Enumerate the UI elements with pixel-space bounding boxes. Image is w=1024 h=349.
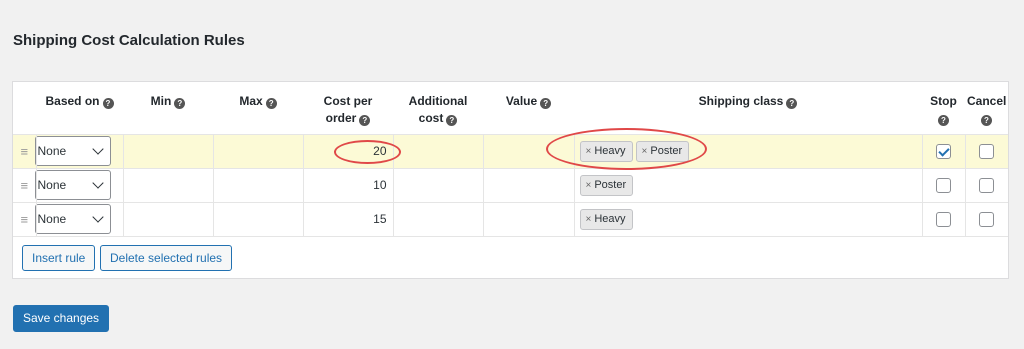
stop-cell (921, 167, 965, 202)
shipping-class-tag: × Heavy (579, 208, 633, 230)
rule-row: ≡ None 10 × Poster (13, 167, 1008, 202)
max-input[interactable] (212, 201, 303, 236)
help-icon[interactable]: ? (786, 98, 798, 109)
stop-checkbox[interactable] (936, 177, 951, 193)
based-on-select[interactable]: None (34, 136, 111, 166)
insert-rule-button[interactable]: Insert rule (22, 245, 96, 271)
stop-checkbox[interactable] (936, 211, 951, 227)
cancel-checkbox[interactable] (979, 177, 995, 193)
header-drag (13, 82, 36, 134)
header-stop: Stop? (922, 82, 965, 134)
help-icon[interactable]: ? (540, 98, 552, 109)
shipping-class-select[interactable]: × Heavy (573, 201, 922, 236)
stop-cell (921, 133, 965, 168)
header-value: Value? (483, 82, 574, 134)
chevron-down-icon (91, 211, 104, 223)
header-cost-per-order: Cost per order? (303, 82, 393, 134)
based-on-value: None (37, 178, 67, 192)
rule-row: ≡ None 15 × Heavy (13, 201, 1008, 236)
max-input[interactable] (212, 133, 303, 168)
remove-tag-icon[interactable]: × (642, 146, 648, 157)
based-on-cell: None (34, 133, 123, 168)
header-label: Based on (45, 94, 100, 108)
min-input[interactable] (122, 133, 213, 168)
based-on-cell: None (34, 201, 123, 236)
cancel-cell (964, 167, 1008, 202)
max-input[interactable] (212, 167, 303, 202)
value-input[interactable] (482, 201, 574, 236)
cancel-cell (964, 201, 1008, 236)
help-icon[interactable]: ? (102, 98, 114, 109)
header-label: Cancel (967, 94, 1007, 108)
remove-tag-icon[interactable]: × (586, 180, 592, 191)
header-label: Shipping class (698, 94, 784, 108)
header-based-on: Based on? (36, 82, 123, 134)
header-label: Max (239, 94, 263, 108)
shipping-class-select[interactable]: × Poster (573, 167, 922, 202)
header-additional-cost: Additional cost? (393, 82, 483, 134)
header-max: Max? (213, 82, 303, 134)
shipping-class-tag: × Poster (635, 140, 690, 162)
save-changes-button[interactable]: Save changes (13, 305, 110, 332)
header-label: Value (505, 94, 538, 108)
help-icon[interactable]: ? (446, 115, 458, 126)
cancel-checkbox[interactable] (979, 143, 995, 159)
based-on-cell: None (34, 167, 123, 202)
cost-per-order-input[interactable]: 10 (302, 167, 393, 202)
value-input[interactable] (482, 167, 574, 202)
stop-cell (921, 201, 965, 236)
cost-per-order-input[interactable]: 20 (302, 133, 393, 168)
tag-label: Poster (594, 178, 627, 191)
chevron-down-icon (91, 177, 104, 189)
help-icon[interactable]: ? (265, 98, 277, 109)
drag-handle-icon[interactable]: ≡ (13, 133, 36, 168)
remove-tag-icon[interactable]: × (586, 214, 592, 225)
additional-cost-input[interactable] (392, 133, 483, 168)
tag-label: Poster (650, 144, 683, 157)
rules-table: Based on? Min? Max? Cost per order? Addi… (13, 82, 1008, 236)
header-row: Based on? Min? Max? Cost per order? Addi… (13, 82, 1008, 134)
additional-cost-input[interactable] (392, 167, 483, 202)
help-icon[interactable]: ? (981, 115, 992, 126)
table-footer-divider (13, 236, 1008, 237)
cost-per-order-input[interactable]: 15 (302, 201, 393, 236)
rules-table-panel: Based on? Min? Max? Cost per order? Addi… (12, 81, 1009, 279)
header-label: Stop (930, 94, 957, 108)
chevron-down-icon (91, 143, 104, 155)
header-shipping-class: Shipping class? (574, 82, 922, 134)
additional-cost-input[interactable] (392, 201, 483, 236)
value-input[interactable] (482, 133, 574, 168)
rule-row: ≡ None 20 × Heavy × Poster (13, 133, 1008, 168)
tag-label: Heavy (594, 144, 626, 157)
cancel-cell (964, 133, 1008, 168)
based-on-value: None (37, 144, 67, 158)
cancel-checkbox[interactable] (979, 211, 995, 227)
delete-selected-rules-button[interactable]: Delete selected rules (100, 245, 233, 271)
drag-handle-icon[interactable]: ≡ (13, 201, 36, 236)
header-min: Min? (123, 82, 213, 134)
shipping-class-select[interactable]: × Heavy × Poster (573, 133, 922, 168)
tag-label: Heavy (594, 212, 626, 225)
based-on-value: None (37, 212, 67, 227)
stop-checkbox[interactable] (936, 143, 951, 159)
header-cancel: Cancel? (965, 82, 1008, 134)
shipping-class-tag: × Heavy (579, 140, 633, 162)
drag-handle-icon[interactable]: ≡ (13, 167, 36, 202)
based-on-select[interactable]: None (34, 204, 111, 235)
header-label: Additional cost (408, 94, 468, 125)
based-on-select[interactable]: None (34, 170, 111, 200)
min-input[interactable] (122, 201, 213, 236)
shipping-class-tag: × Poster (579, 174, 634, 196)
help-icon[interactable]: ? (174, 98, 186, 109)
min-input[interactable] (122, 167, 213, 202)
remove-tag-icon[interactable]: × (586, 146, 592, 157)
help-icon[interactable]: ? (359, 115, 371, 126)
header-label: Min (150, 94, 172, 108)
help-icon[interactable]: ? (938, 115, 949, 126)
page-title: Shipping Cost Calculation Rules (13, 32, 245, 49)
